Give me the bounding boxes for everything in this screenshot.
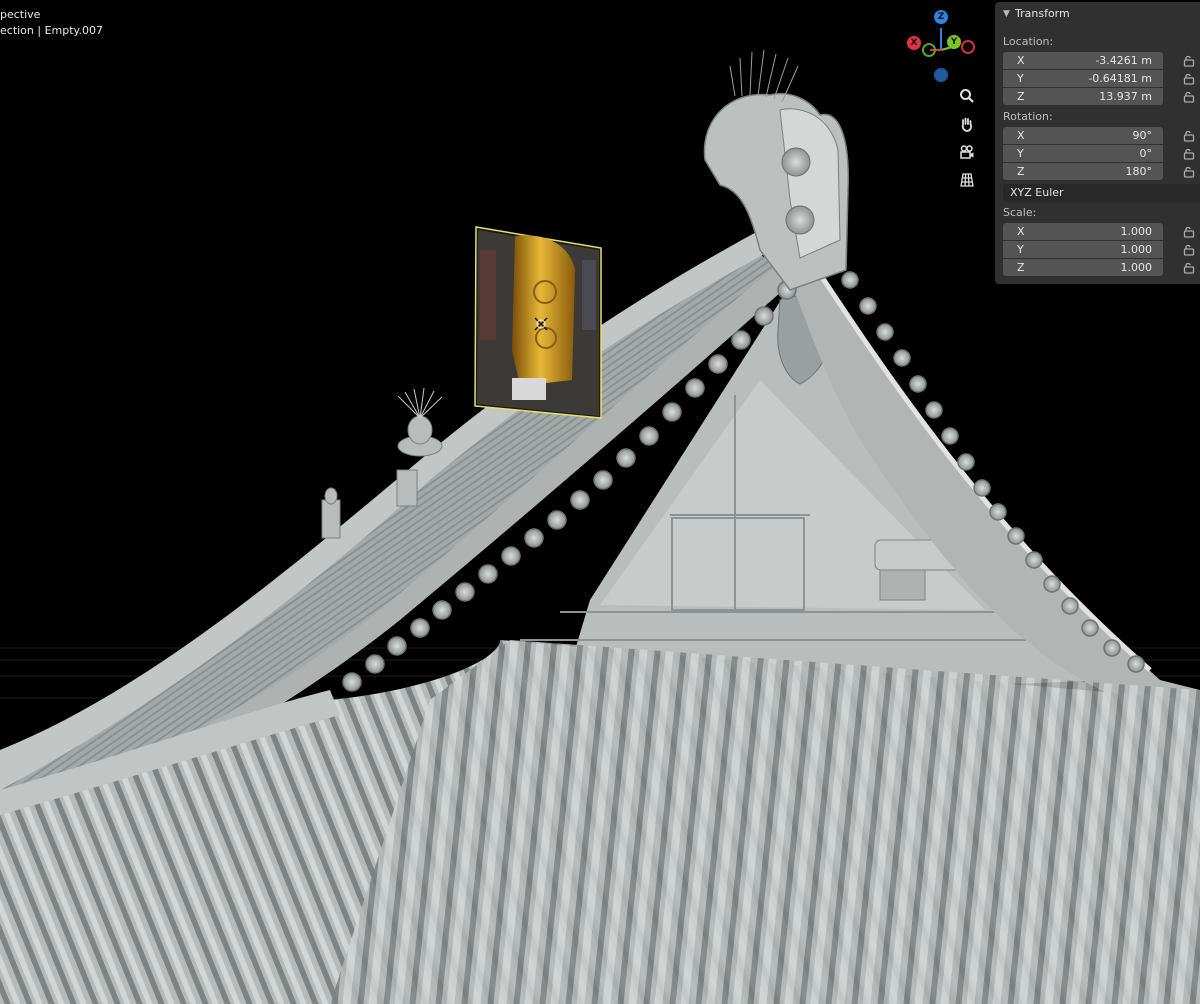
rotation-y-axis-label: Y: [1017, 147, 1024, 160]
gizmo-y-axis[interactable]: Y: [947, 35, 961, 49]
rotation-mode-select[interactable]: XYZ Euler: [1003, 184, 1200, 202]
lock-icon[interactable]: [1183, 166, 1195, 178]
location-z-value: 13.937 m: [1099, 90, 1152, 103]
scale-y-axis-label: Y: [1017, 243, 1024, 256]
view-mode-label: pective: [0, 8, 41, 21]
rotation-x-axis-label: X: [1017, 129, 1025, 142]
scale-z-value: 1.000: [1120, 261, 1153, 274]
lock-icon[interactable]: [1183, 226, 1195, 238]
location-y-field[interactable]: Y -0.64181 m: [1003, 70, 1163, 87]
rotation-z-field[interactable]: Z 180°: [1003, 163, 1163, 180]
chevron-down-icon: ▼: [1003, 9, 1010, 19]
collection-object-label: ection | Empty.007: [0, 24, 103, 37]
location-x-axis-label: X: [1017, 54, 1025, 67]
rotation-y-field[interactable]: Y 0°: [1003, 145, 1163, 162]
rotation-x-value: 90°: [1132, 129, 1153, 142]
zoom-icon[interactable]: [956, 85, 978, 107]
rotation-mode-value: XYZ Euler: [1010, 186, 1064, 199]
lock-icon[interactable]: [1183, 262, 1195, 274]
gizmo-z-axis[interactable]: Z: [934, 10, 948, 24]
gizmo-neg-x-axis[interactable]: [961, 40, 975, 54]
panel-title: Transform: [1015, 7, 1070, 20]
rotation-z-value: 180°: [1125, 165, 1153, 178]
transform-panel: ▼ Transform Location: X -3.4261 m Y -0.6…: [995, 2, 1200, 284]
rotation-x-field[interactable]: X 90°: [1003, 127, 1163, 144]
gizmo-x-axis[interactable]: X: [907, 36, 921, 50]
location-z-axis-label: Z: [1017, 90, 1025, 103]
scale-y-field[interactable]: Y 1.000: [1003, 241, 1163, 258]
scale-x-value: 1.000: [1120, 225, 1153, 238]
scale-label: Scale:: [1003, 206, 1037, 219]
scale-x-field[interactable]: X 1.000: [1003, 223, 1163, 240]
location-y-axis-label: Y: [1017, 72, 1024, 85]
rotation-label: Rotation:: [1003, 110, 1053, 123]
hand-pan-icon[interactable]: [956, 113, 978, 135]
transform-panel-header[interactable]: ▼ Transform: [995, 2, 1200, 26]
scale-y-value: 1.000: [1120, 243, 1153, 256]
gizmo-neg-y-axis[interactable]: [922, 43, 936, 57]
3d-viewport[interactable]: pective ection | Empty.007 Z X Y ▼ Trans…: [0, 0, 1200, 1004]
gizmo-neg-z-axis[interactable]: [934, 68, 948, 82]
location-x-value: -3.4261 m: [1095, 54, 1152, 67]
lock-icon[interactable]: [1183, 55, 1195, 67]
location-x-field[interactable]: X -3.4261 m: [1003, 52, 1163, 69]
lock-icon[interactable]: [1183, 244, 1195, 256]
reference-image-empty[interactable]: [474, 226, 602, 419]
rotation-z-axis-label: Z: [1017, 165, 1025, 178]
location-label: Location:: [1003, 35, 1054, 48]
scale-z-axis-label: Z: [1017, 261, 1025, 274]
rotation-y-value: 0°: [1139, 147, 1153, 160]
lock-icon[interactable]: [1183, 91, 1195, 103]
camera-icon[interactable]: [956, 141, 978, 163]
location-y-value: -0.64181 m: [1088, 72, 1152, 85]
lock-icon[interactable]: [1183, 130, 1195, 142]
scale-z-field[interactable]: Z 1.000: [1003, 259, 1163, 276]
grid-icon[interactable]: [956, 169, 978, 191]
lock-icon[interactable]: [1183, 148, 1195, 160]
navigation-gizmo[interactable]: Z X Y: [900, 6, 984, 88]
location-z-field[interactable]: Z 13.937 m: [1003, 88, 1163, 105]
lock-icon[interactable]: [1183, 73, 1195, 85]
scale-x-axis-label: X: [1017, 225, 1025, 238]
